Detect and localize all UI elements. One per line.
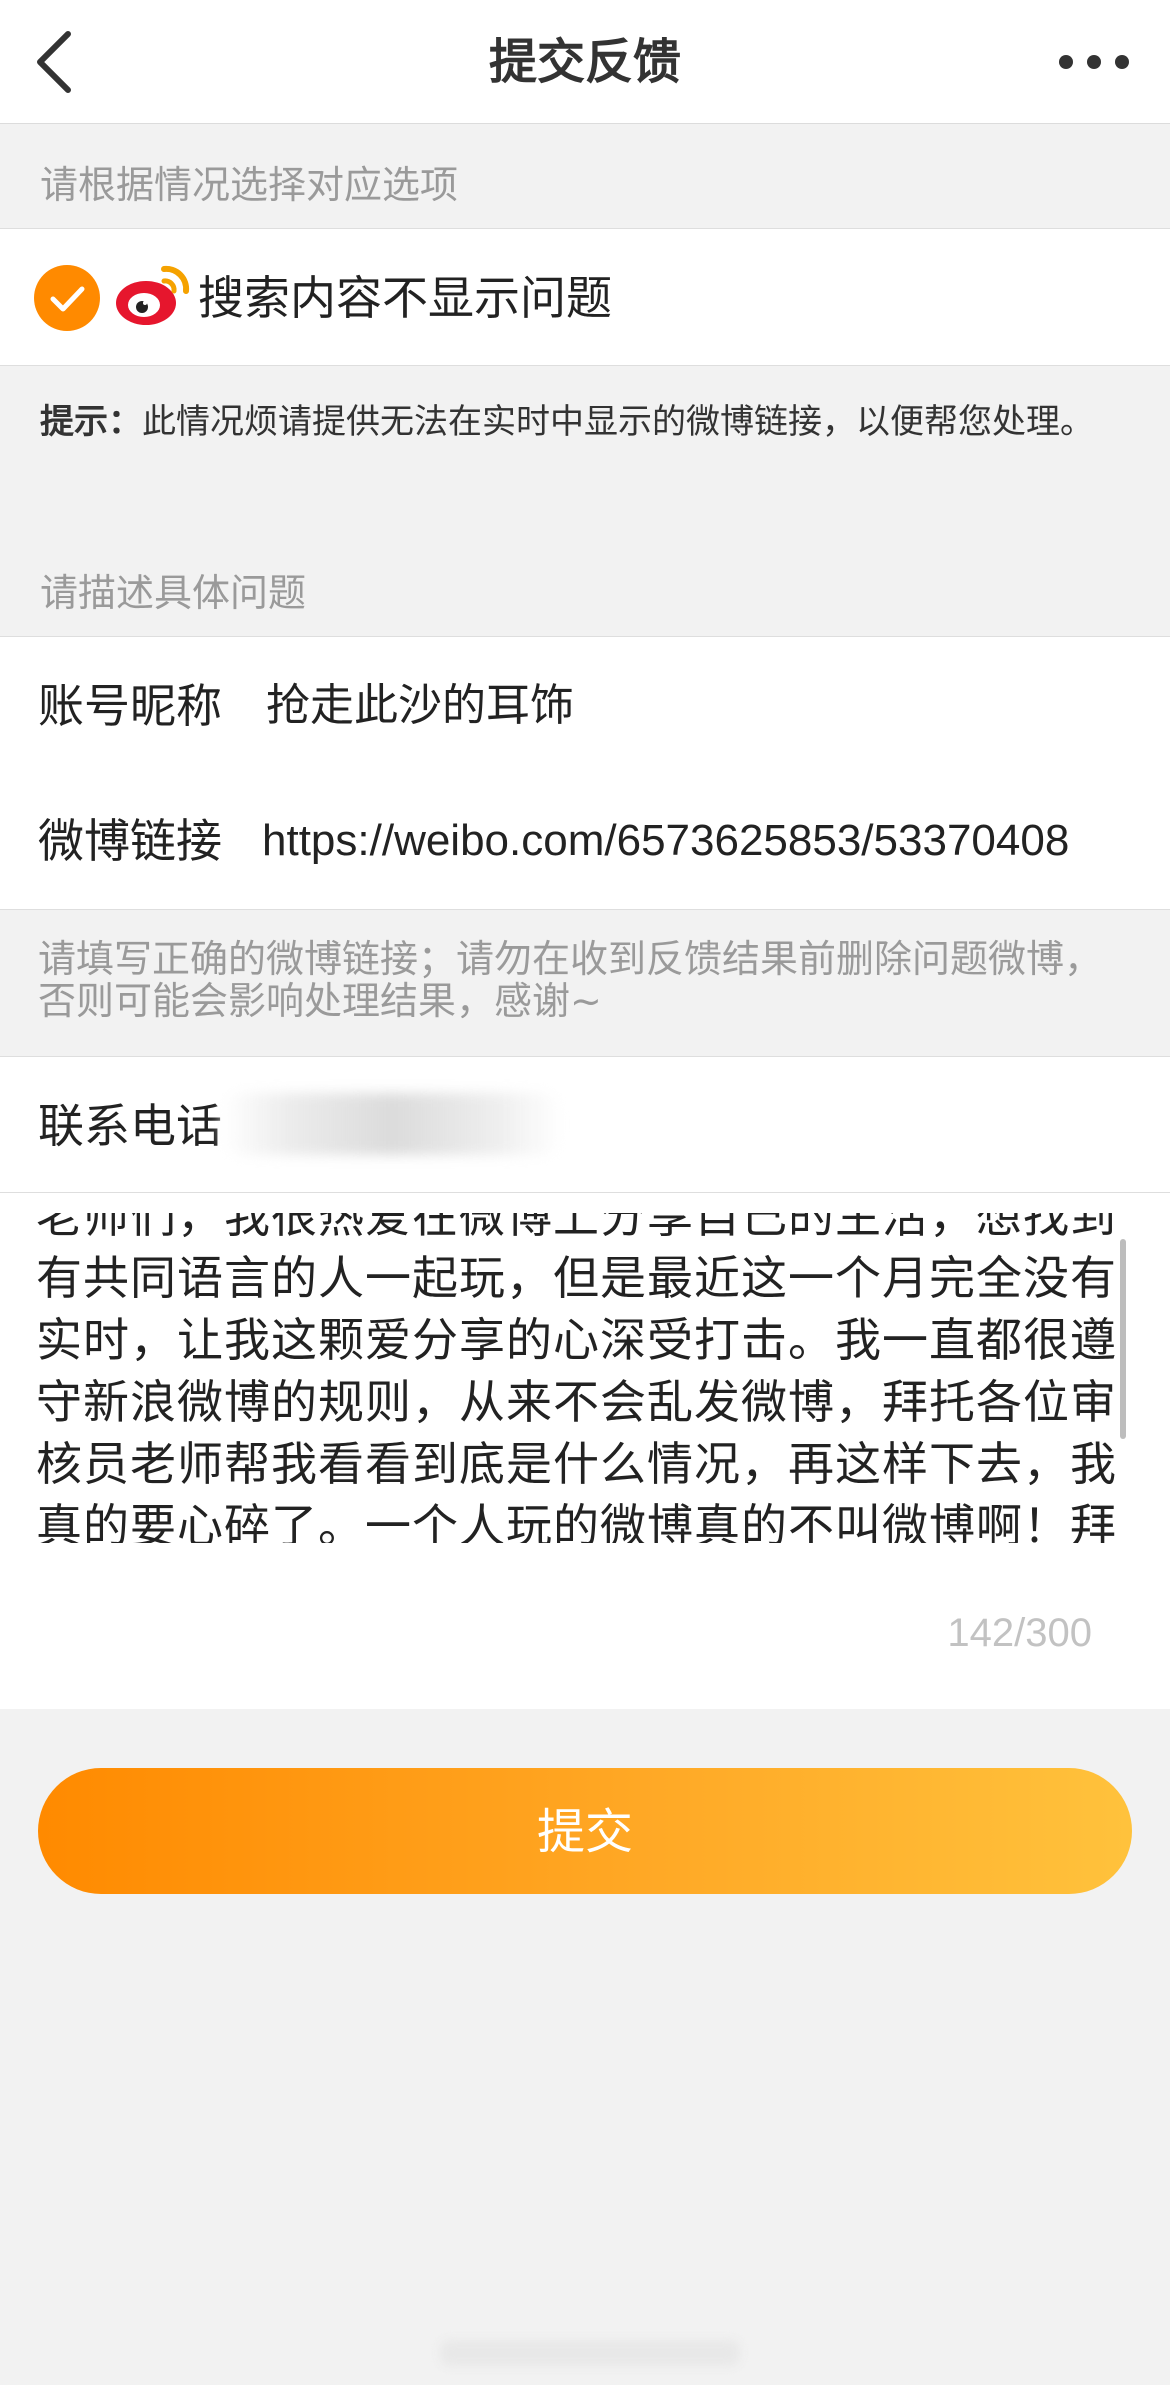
- phone-label: 联系电话: [38, 1099, 222, 1153]
- submit-button[interactable]: 提交: [38, 1768, 1132, 1894]
- option-label: 搜索内容不显示问题: [198, 271, 612, 325]
- tip-body: 此情况烦请提供无法在实时中显示的微博链接，以便帮您处理。: [142, 402, 1094, 442]
- weibo-logo-icon: [116, 265, 190, 325]
- nickname-value: 抢走此沙的耳饰: [266, 680, 574, 731]
- section-label-describe: 请描述具体问题: [40, 571, 307, 615]
- nickname-label: 账号昵称: [38, 679, 222, 733]
- phone-row: 联系电话: [0, 1056, 1170, 1194]
- description-box[interactable]: 老师们，我很热爱在微博上分享自己的生活，想找到有共同语言的人一起玩，但是最近这一…: [0, 1192, 1170, 1709]
- tip-text: 提示：此情况烦请提供无法在实时中显示的微博链接，以便帮您处理。: [40, 398, 1100, 446]
- more-dots-icon: [1059, 55, 1129, 69]
- bottom-blurred-area: [440, 2340, 740, 2366]
- description-text: 老师们，我很热爱在微博上分享自己的生活，想找到有共同语言的人一起玩，但是最近这一…: [36, 1213, 1117, 1543]
- link-input[interactable]: [262, 810, 1142, 872]
- option-row[interactable]: 搜索内容不显示问题: [0, 228, 1170, 366]
- description-viewport[interactable]: 老师们，我很热爱在微博上分享自己的生活，想找到有共同语言的人一起玩，但是最近这一…: [36, 1213, 1130, 1543]
- description-scrollbar[interactable]: [1120, 1239, 1126, 1439]
- section-label-options: 请根据情况选择对应选项: [40, 163, 459, 207]
- character-counter: 142/300: [947, 1611, 1092, 1655]
- link-note: 请填写正确的微博链接；请勿在收到反馈结果前删除问题微博，否则可能会影响处理结果，…: [38, 937, 1103, 1023]
- link-row: 微博链接: [0, 772, 1170, 910]
- checkmark-icon: [34, 265, 100, 331]
- nickname-row: 账号昵称 抢走此沙的耳饰: [0, 636, 1170, 774]
- link-label: 微博链接: [38, 814, 222, 868]
- more-button[interactable]: [1058, 42, 1130, 82]
- phone-value-redacted[interactable]: [222, 1093, 562, 1155]
- nav-bar: 提交反馈: [0, 0, 1170, 124]
- page-title: 提交反馈: [488, 34, 681, 90]
- tip-prefix: 提示：: [40, 402, 142, 442]
